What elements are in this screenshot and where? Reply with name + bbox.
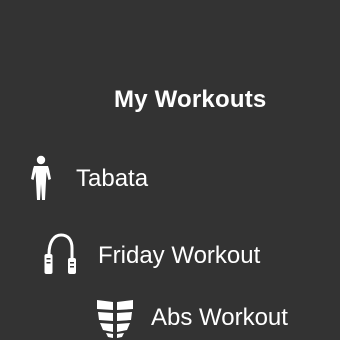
page-title: My Workouts bbox=[114, 86, 267, 113]
workout-item-tabata[interactable]: Tabata bbox=[28, 155, 288, 205]
workout-item-friday-workout[interactable]: Friday Workout bbox=[42, 232, 312, 282]
workout-label: Abs Workout bbox=[151, 304, 288, 331]
abs-icon bbox=[96, 298, 134, 340]
standing-person-icon bbox=[28, 155, 54, 206]
workout-label: Tabata bbox=[76, 165, 149, 192]
workout-label: Friday Workout bbox=[98, 242, 261, 269]
jump-rope-icon bbox=[42, 232, 84, 283]
workouts-screen: My Workouts Tabata Friday Workout Abs Wo… bbox=[0, 0, 340, 340]
workout-item-abs-workout[interactable]: Abs Workout bbox=[96, 298, 336, 340]
